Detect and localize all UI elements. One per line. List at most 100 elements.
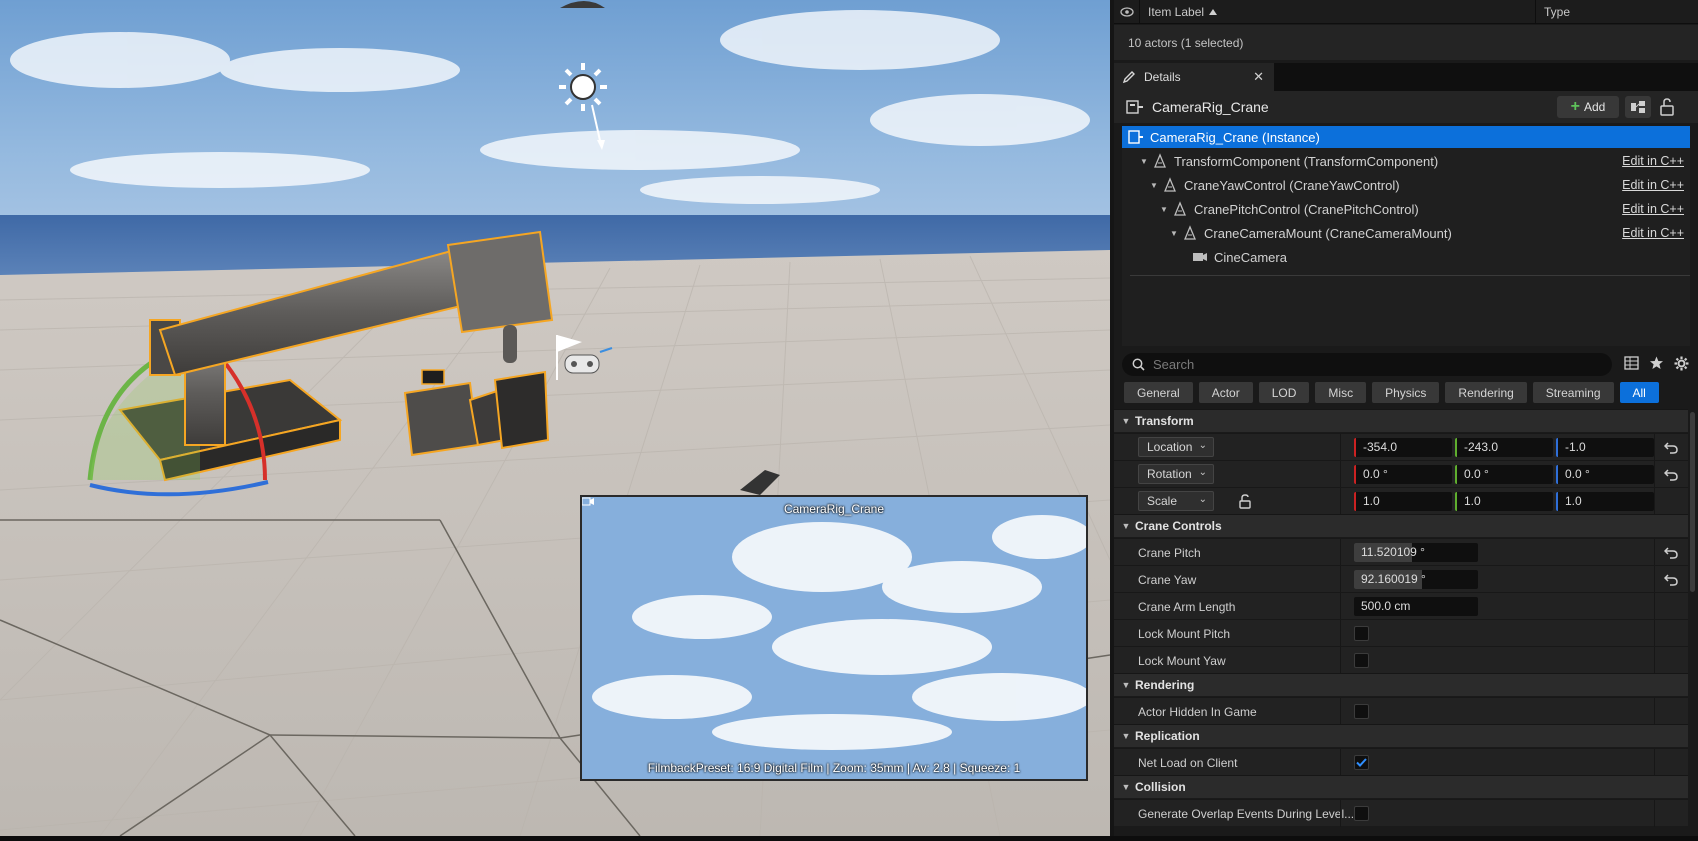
property-net-load-on-client: Net Load on Client [1114, 748, 1688, 776]
edit-in-cpp-link[interactable]: Edit in C++ [1622, 178, 1684, 192]
category-crane-controls[interactable]: ▼ Crane Controls [1114, 514, 1688, 537]
visibility-column-header[interactable] [1114, 0, 1140, 24]
crane-mount-post [503, 325, 517, 363]
filter-tab-streaming[interactable]: Streaming [1532, 382, 1614, 403]
category-replication[interactable]: ▼ Replication [1114, 724, 1688, 747]
column-divider [1654, 461, 1655, 488]
details-tab-bar: Details ✕ [1114, 63, 1698, 91]
rotation-x-field[interactable]: 0.0 ° [1354, 465, 1452, 484]
filter-tab-physics[interactable]: Physics [1372, 382, 1440, 403]
lock-mount-pitch-checkbox[interactable] [1354, 626, 1369, 641]
close-icon[interactable]: ✕ [1253, 69, 1264, 85]
actor-hidden-in-game-checkbox[interactable] [1354, 704, 1369, 719]
property-filter-tabs: General Actor LOD Misc Physics Rendering… [1124, 382, 1659, 403]
rotation-y-field[interactable]: 0.0 ° [1455, 465, 1553, 484]
scale-mode-dropdown[interactable]: Scale ⌄ [1138, 491, 1214, 511]
pencil-icon [1122, 71, 1135, 84]
tree-item-crane-pitch-control[interactable]: ▼ CranePitchControl (CranePitchControl) … [1122, 198, 1690, 220]
details-search-input[interactable] [1153, 357, 1593, 372]
edit-in-cpp-link[interactable]: Edit in C++ [1622, 202, 1684, 216]
location-mode-dropdown[interactable]: Location ⌄ [1138, 437, 1214, 457]
rotation-z-field[interactable]: 0.0 ° [1556, 465, 1654, 484]
reset-to-default-icon[interactable] [1664, 572, 1678, 586]
collapse-arrow-icon[interactable]: ▼ [1140, 157, 1150, 166]
actor-blueprint-icon [1128, 130, 1143, 144]
column-divider [1340, 539, 1341, 566]
crane-yaw-value: 92.160019 ° [1361, 572, 1426, 586]
actors-count: 10 actors (1 selected) [1128, 36, 1244, 50]
category-rendering[interactable]: ▼ Rendering [1114, 673, 1688, 696]
chevron-down-icon: ⌄ [1198, 440, 1207, 451]
location-z-field[interactable]: -1.0 [1556, 438, 1654, 457]
tree-item-crane-yaw-control[interactable]: ▼ CraneYawControl (CraneYawControl) Edit… [1122, 174, 1690, 196]
item-label-column-header[interactable]: Item Label [1140, 0, 1536, 24]
crane-pitch-field[interactable]: 11.520109 ° [1354, 543, 1478, 562]
filter-tab-rendering[interactable]: Rendering [1445, 382, 1527, 403]
column-divider [1654, 749, 1655, 776]
level-viewport[interactable]: CameraRig_Crane FilmbackPreset: 16:9 Dig… [0, 0, 1110, 836]
scale-z-field[interactable]: 1.0 [1556, 492, 1654, 511]
add-component-button[interactable]: + Add [1557, 96, 1619, 118]
collapse-arrow-icon[interactable]: ▼ [1170, 229, 1180, 238]
tab-details[interactable]: Details ✕ [1114, 63, 1274, 91]
tree-item-transform-component[interactable]: ▼ TransformComponent (TransformComponent… [1122, 150, 1690, 172]
filter-tab-misc[interactable]: Misc [1315, 382, 1367, 403]
location-x-field[interactable]: -354.0 [1354, 438, 1452, 457]
details-scrollbar[interactable] [1690, 412, 1695, 592]
details-search-row [1114, 350, 1698, 380]
scale-y-field[interactable]: 1.0 [1455, 492, 1553, 511]
camera-preview-icon[interactable] [582, 497, 594, 506]
reset-to-default-icon[interactable] [1664, 467, 1678, 481]
scene-component-icon [1174, 201, 1186, 216]
rotation-mode-dropdown[interactable]: Rotation ⌄ [1138, 464, 1214, 484]
tree-item-crane-camera-mount[interactable]: ▼ CraneCameraMount (CraneCameraMount) Ed… [1122, 222, 1690, 244]
category-transform[interactable]: ▼ Transform [1114, 409, 1688, 432]
collapse-arrow-icon[interactable]: ▼ [1160, 205, 1170, 214]
crane-pitch-value: 11.520109 ° [1361, 545, 1425, 559]
crane-arm-length-field[interactable]: 500.0 cm [1354, 597, 1478, 616]
cine-camera-mattebox [493, 370, 550, 450]
cine-camera-body[interactable] [403, 381, 480, 457]
tree-item-cine-camera[interactable]: CineCamera [1122, 246, 1690, 268]
camera-preview-title: CameraRig_Crane [783, 502, 885, 516]
property-label: Net Load on Client [1138, 756, 1238, 770]
property-lock-mount-pitch: Lock Mount Pitch [1114, 619, 1688, 647]
reset-to-default-icon[interactable] [1664, 440, 1678, 454]
crane-yaw-field[interactable]: 92.160019 ° [1354, 570, 1478, 589]
filter-tab-all[interactable]: All [1619, 382, 1659, 403]
category-title: Crane Controls [1135, 519, 1222, 533]
filter-tab-general[interactable]: General [1124, 382, 1193, 403]
unlock-icon[interactable] [1659, 98, 1675, 116]
category-collision[interactable]: ▼ Collision [1114, 775, 1688, 798]
gear-icon[interactable] [1674, 356, 1689, 371]
edit-in-cpp-link[interactable]: Edit in C++ [1622, 226, 1684, 240]
column-divider [1340, 434, 1341, 461]
blueprint-options-button[interactable] [1625, 96, 1651, 118]
camera-icon [1193, 253, 1207, 261]
property-lock-mount-yaw: Lock Mount Yaw [1114, 646, 1688, 674]
net-load-on-client-checkbox[interactable] [1354, 755, 1369, 770]
edit-in-cpp-link[interactable]: Edit in C++ [1622, 154, 1684, 168]
details-search-box[interactable] [1122, 353, 1612, 376]
reset-to-default-icon[interactable] [1664, 545, 1678, 559]
crane-head[interactable] [446, 230, 554, 334]
unlock-icon[interactable] [1238, 494, 1252, 509]
location-y-field[interactable]: -243.0 [1455, 438, 1553, 457]
table-view-icon[interactable] [1624, 356, 1639, 370]
tree-item-root[interactable]: CameraRig_Crane (Instance) [1122, 126, 1690, 148]
cine-camera-monitor [421, 369, 445, 385]
scale-x-field[interactable]: 1.0 [1354, 492, 1452, 511]
filter-tab-lod[interactable]: LOD [1258, 382, 1310, 403]
selected-actor-header: CameraRig_Crane + Add [1114, 91, 1698, 123]
star-icon[interactable] [1649, 356, 1664, 370]
chevron-down-icon: ⌄ [1198, 467, 1207, 478]
filter-tab-actor[interactable]: Actor [1198, 382, 1253, 403]
dropdown-label: Rotation [1147, 467, 1192, 481]
category-title: Collision [1135, 780, 1186, 794]
lock-mount-yaw-checkbox[interactable] [1354, 653, 1369, 668]
details-tab-label: Details [1144, 70, 1181, 84]
type-column-header[interactable]: Type [1536, 5, 1570, 19]
generate-overlap-events-checkbox[interactable] [1354, 806, 1369, 821]
item-label-text: Item Label [1148, 4, 1205, 19]
collapse-arrow-icon[interactable]: ▼ [1150, 181, 1160, 190]
